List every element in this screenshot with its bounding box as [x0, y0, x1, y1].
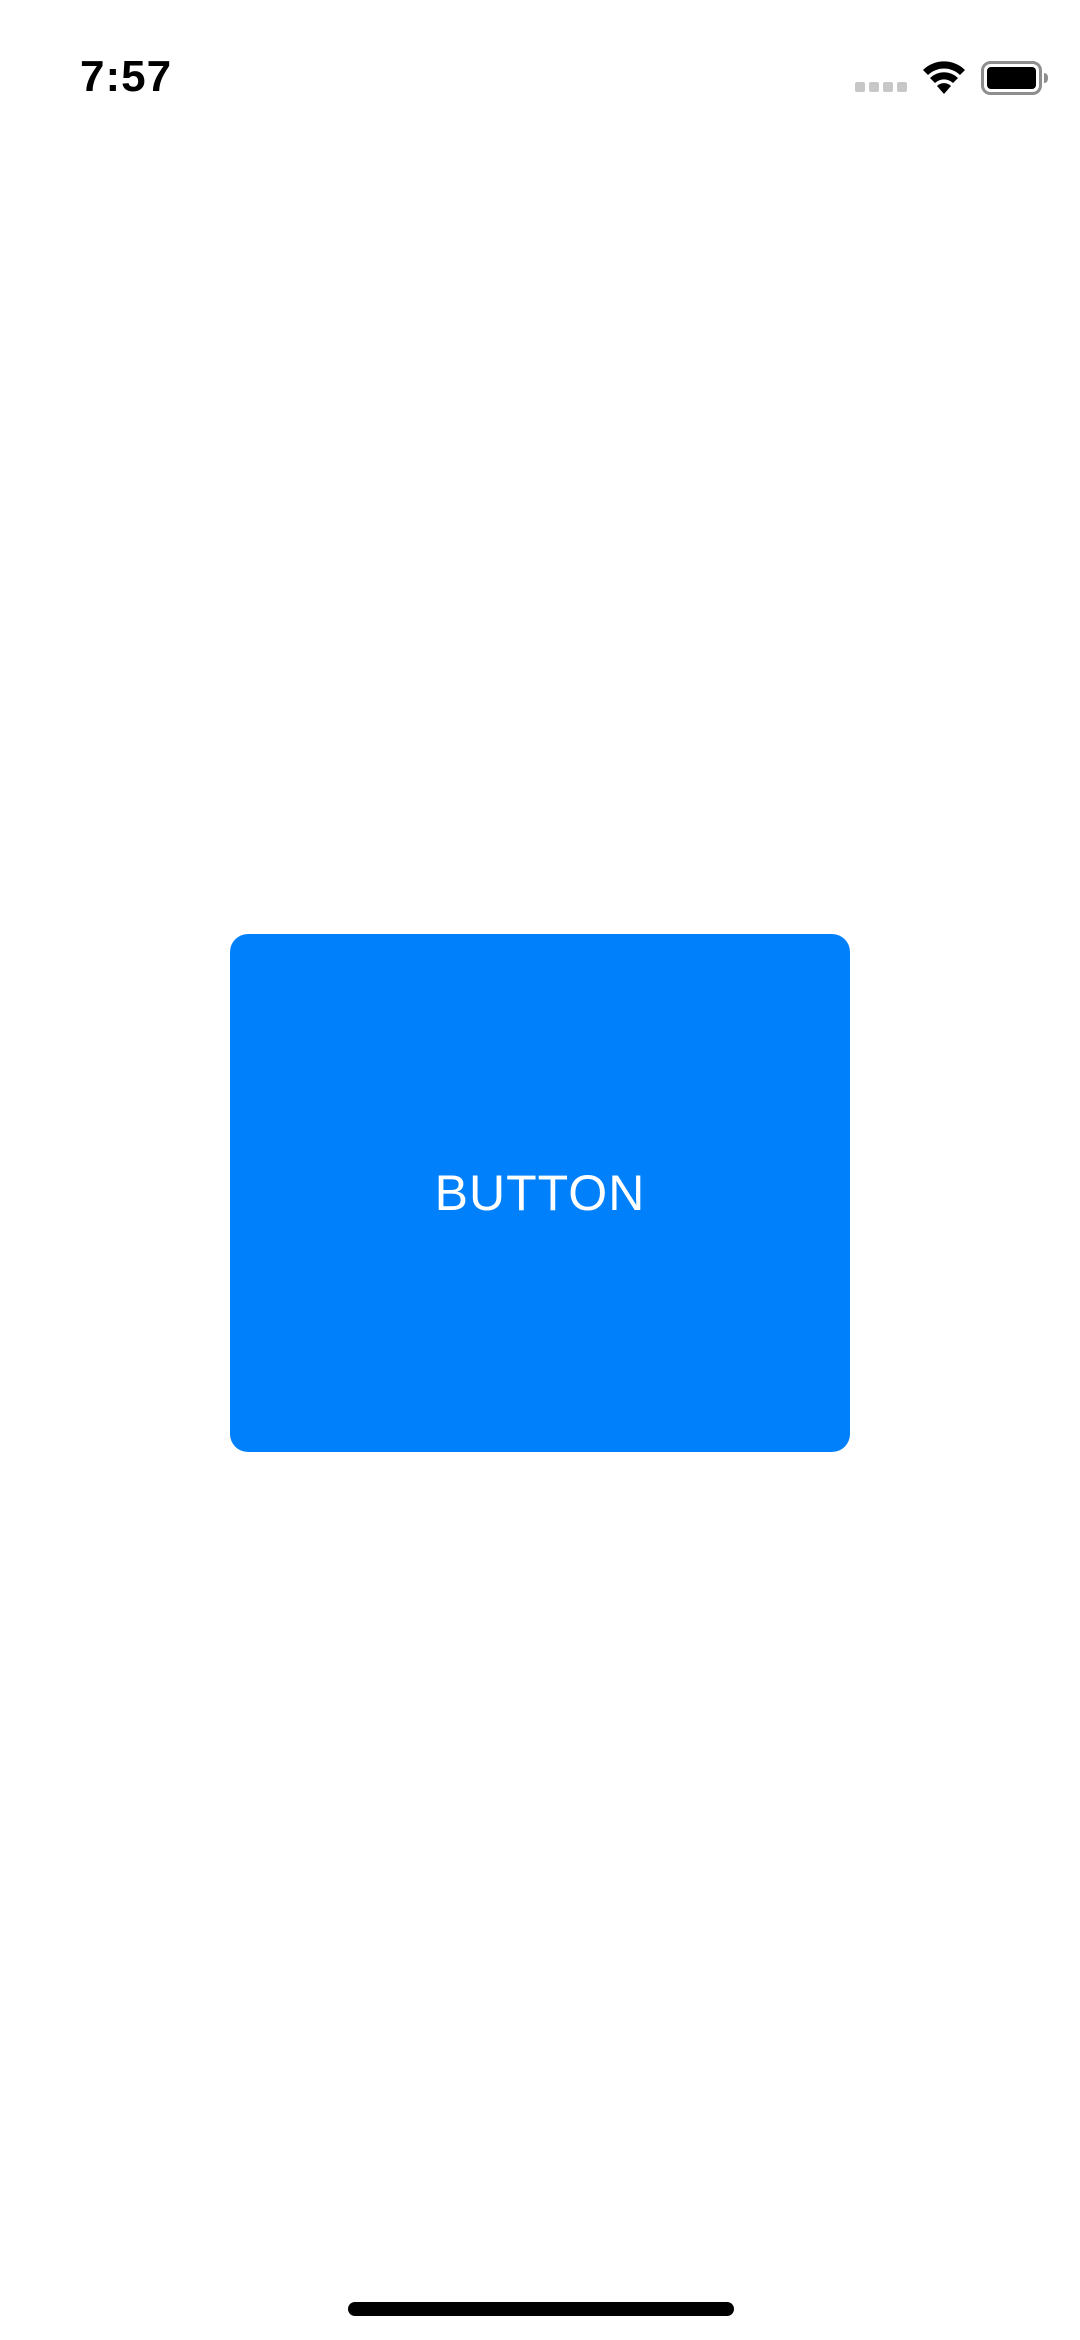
main-button-label: BUTTON: [434, 1165, 646, 1221]
signal-dot: [869, 82, 879, 92]
main-button[interactable]: BUTTON: [230, 934, 850, 1452]
signal-dot: [897, 82, 907, 92]
signal-dot: [883, 82, 893, 92]
signal-dot: [855, 82, 865, 92]
status-bar: 7:57: [0, 0, 1080, 150]
app-screen: 7:57 BUTTON: [0, 0, 1080, 2340]
battery-icon: [981, 61, 1048, 95]
status-time: 7:57: [80, 52, 173, 101]
wifi-icon: [923, 61, 965, 94]
home-indicator[interactable]: [348, 2302, 734, 2316]
cellular-signal-icon: [855, 82, 907, 94]
